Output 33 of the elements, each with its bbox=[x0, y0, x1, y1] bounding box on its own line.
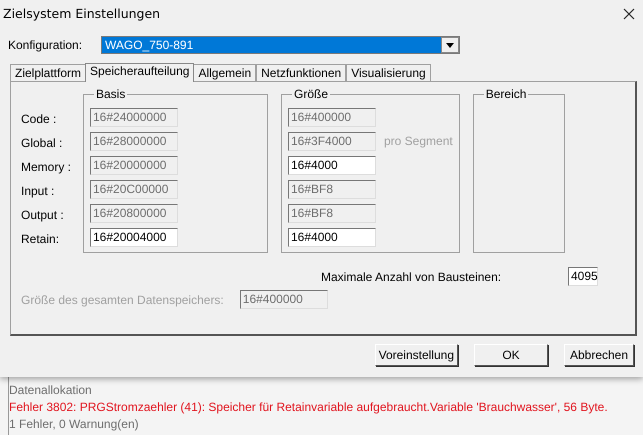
caret-icon bbox=[446, 42, 454, 48]
input-field[interactable]: 16#4000 bbox=[288, 156, 376, 174]
dialog-button[interactable]: Voreinstellung bbox=[374, 344, 458, 366]
max-blocks-label: Maximale Anzahl von Bausteinen: bbox=[321, 270, 502, 284]
group-title: Bereich bbox=[484, 87, 528, 101]
tab[interactable]: Allgemein bbox=[193, 64, 256, 81]
group-title: Größe bbox=[293, 87, 330, 101]
field-label: Output : bbox=[21, 208, 64, 222]
field-label: Memory : bbox=[21, 160, 72, 174]
message-line: Fehler 3802: PRGStromzaehler (41): Speicher für Retainvariable aufgebraucht.Variable 'Brauchwasser', 56 Byte. bbox=[9, 399, 609, 416]
message-line: Datenallokation bbox=[9, 382, 93, 399]
note-text: pro Segment bbox=[384, 134, 453, 148]
message-line: 1 Fehler, 0 Warnung(en) bbox=[9, 416, 140, 433]
configuration-label: Konfiguration: bbox=[8, 38, 84, 52]
input-field[interactable]: 16#4000 bbox=[288, 228, 376, 246]
tab[interactable]: Zielplattform bbox=[10, 64, 86, 81]
dialog-button[interactable]: OK bbox=[474, 344, 548, 366]
field-label: Code : bbox=[21, 112, 56, 126]
window-title: Zielsystem Einstellungen bbox=[3, 6, 160, 20]
close-icon[interactable] bbox=[623, 8, 635, 20]
total-memory-label: Größe des gesamten Datenspeichers: bbox=[21, 292, 224, 306]
dialog-button[interactable]: Abbrechen bbox=[564, 344, 634, 366]
tab[interactable]: Speicheraufteilung bbox=[85, 63, 194, 82]
field-label: Retain: bbox=[21, 232, 60, 246]
input-field[interactable]: 16#20004000 bbox=[90, 228, 178, 246]
field-label: Input : bbox=[21, 184, 54, 198]
tab[interactable]: Visualisierung bbox=[346, 64, 431, 81]
input-field[interactable]: 4095 bbox=[568, 267, 598, 286]
tab[interactable]: Netzfunktionen bbox=[256, 64, 346, 81]
field-label: Global : bbox=[21, 136, 62, 150]
configuration-dropdown[interactable]: WAGO_750-891 bbox=[101, 36, 460, 54]
dropdown-button[interactable] bbox=[441, 37, 459, 53]
group-title: Basis bbox=[95, 87, 126, 101]
